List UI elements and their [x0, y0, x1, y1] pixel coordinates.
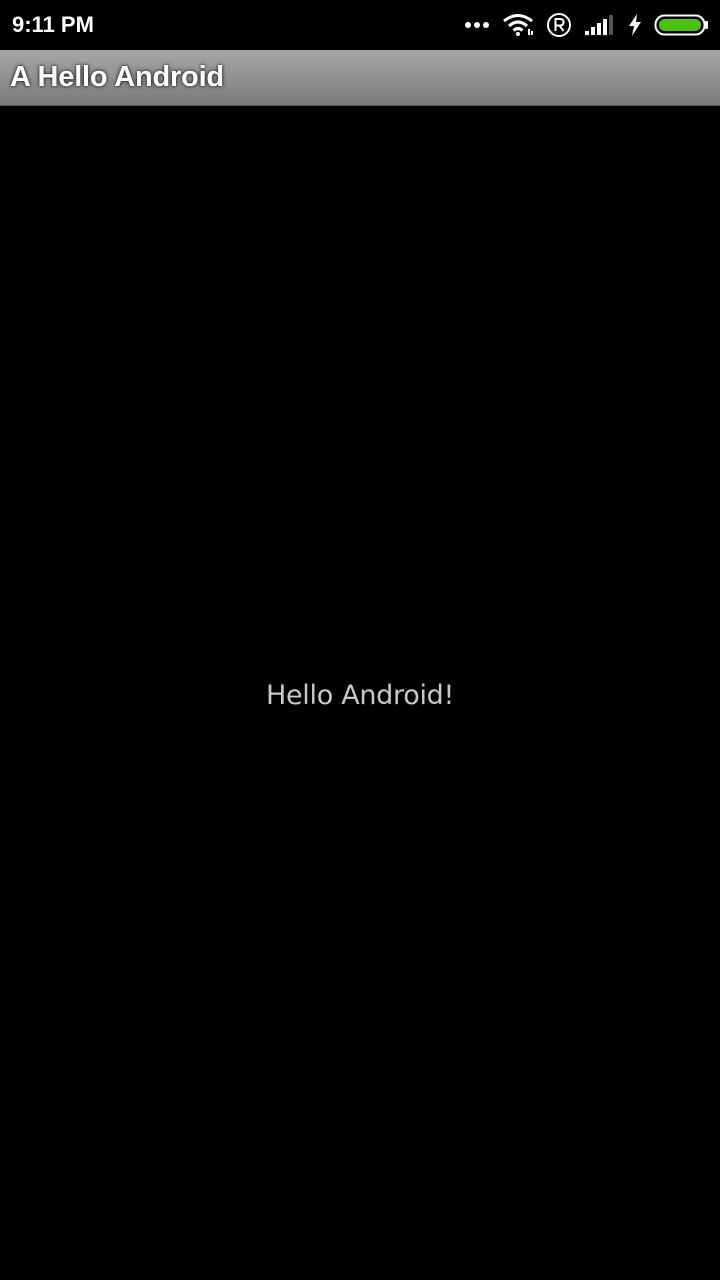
battery-icon: [654, 13, 710, 37]
charging-bolt-icon: [628, 14, 642, 36]
title-bar: A Hello Android: [0, 50, 720, 106]
main-content: Hello Android!: [0, 106, 720, 1280]
status-icons: [464, 10, 710, 40]
more-dots-icon: [464, 21, 490, 29]
wifi-icon: [502, 13, 534, 37]
status-bar: 9:11 PM: [0, 0, 720, 50]
app-screen: 9:11 PM A Hello Android Hello Android!: [0, 0, 720, 1280]
signal-icon: [584, 14, 616, 36]
hello-message: Hello Android!: [265, 680, 455, 711]
app-title: A Hello Android: [10, 61, 224, 93]
status-time: 9:11 PM: [12, 12, 94, 37]
registered-icon: [546, 12, 572, 38]
